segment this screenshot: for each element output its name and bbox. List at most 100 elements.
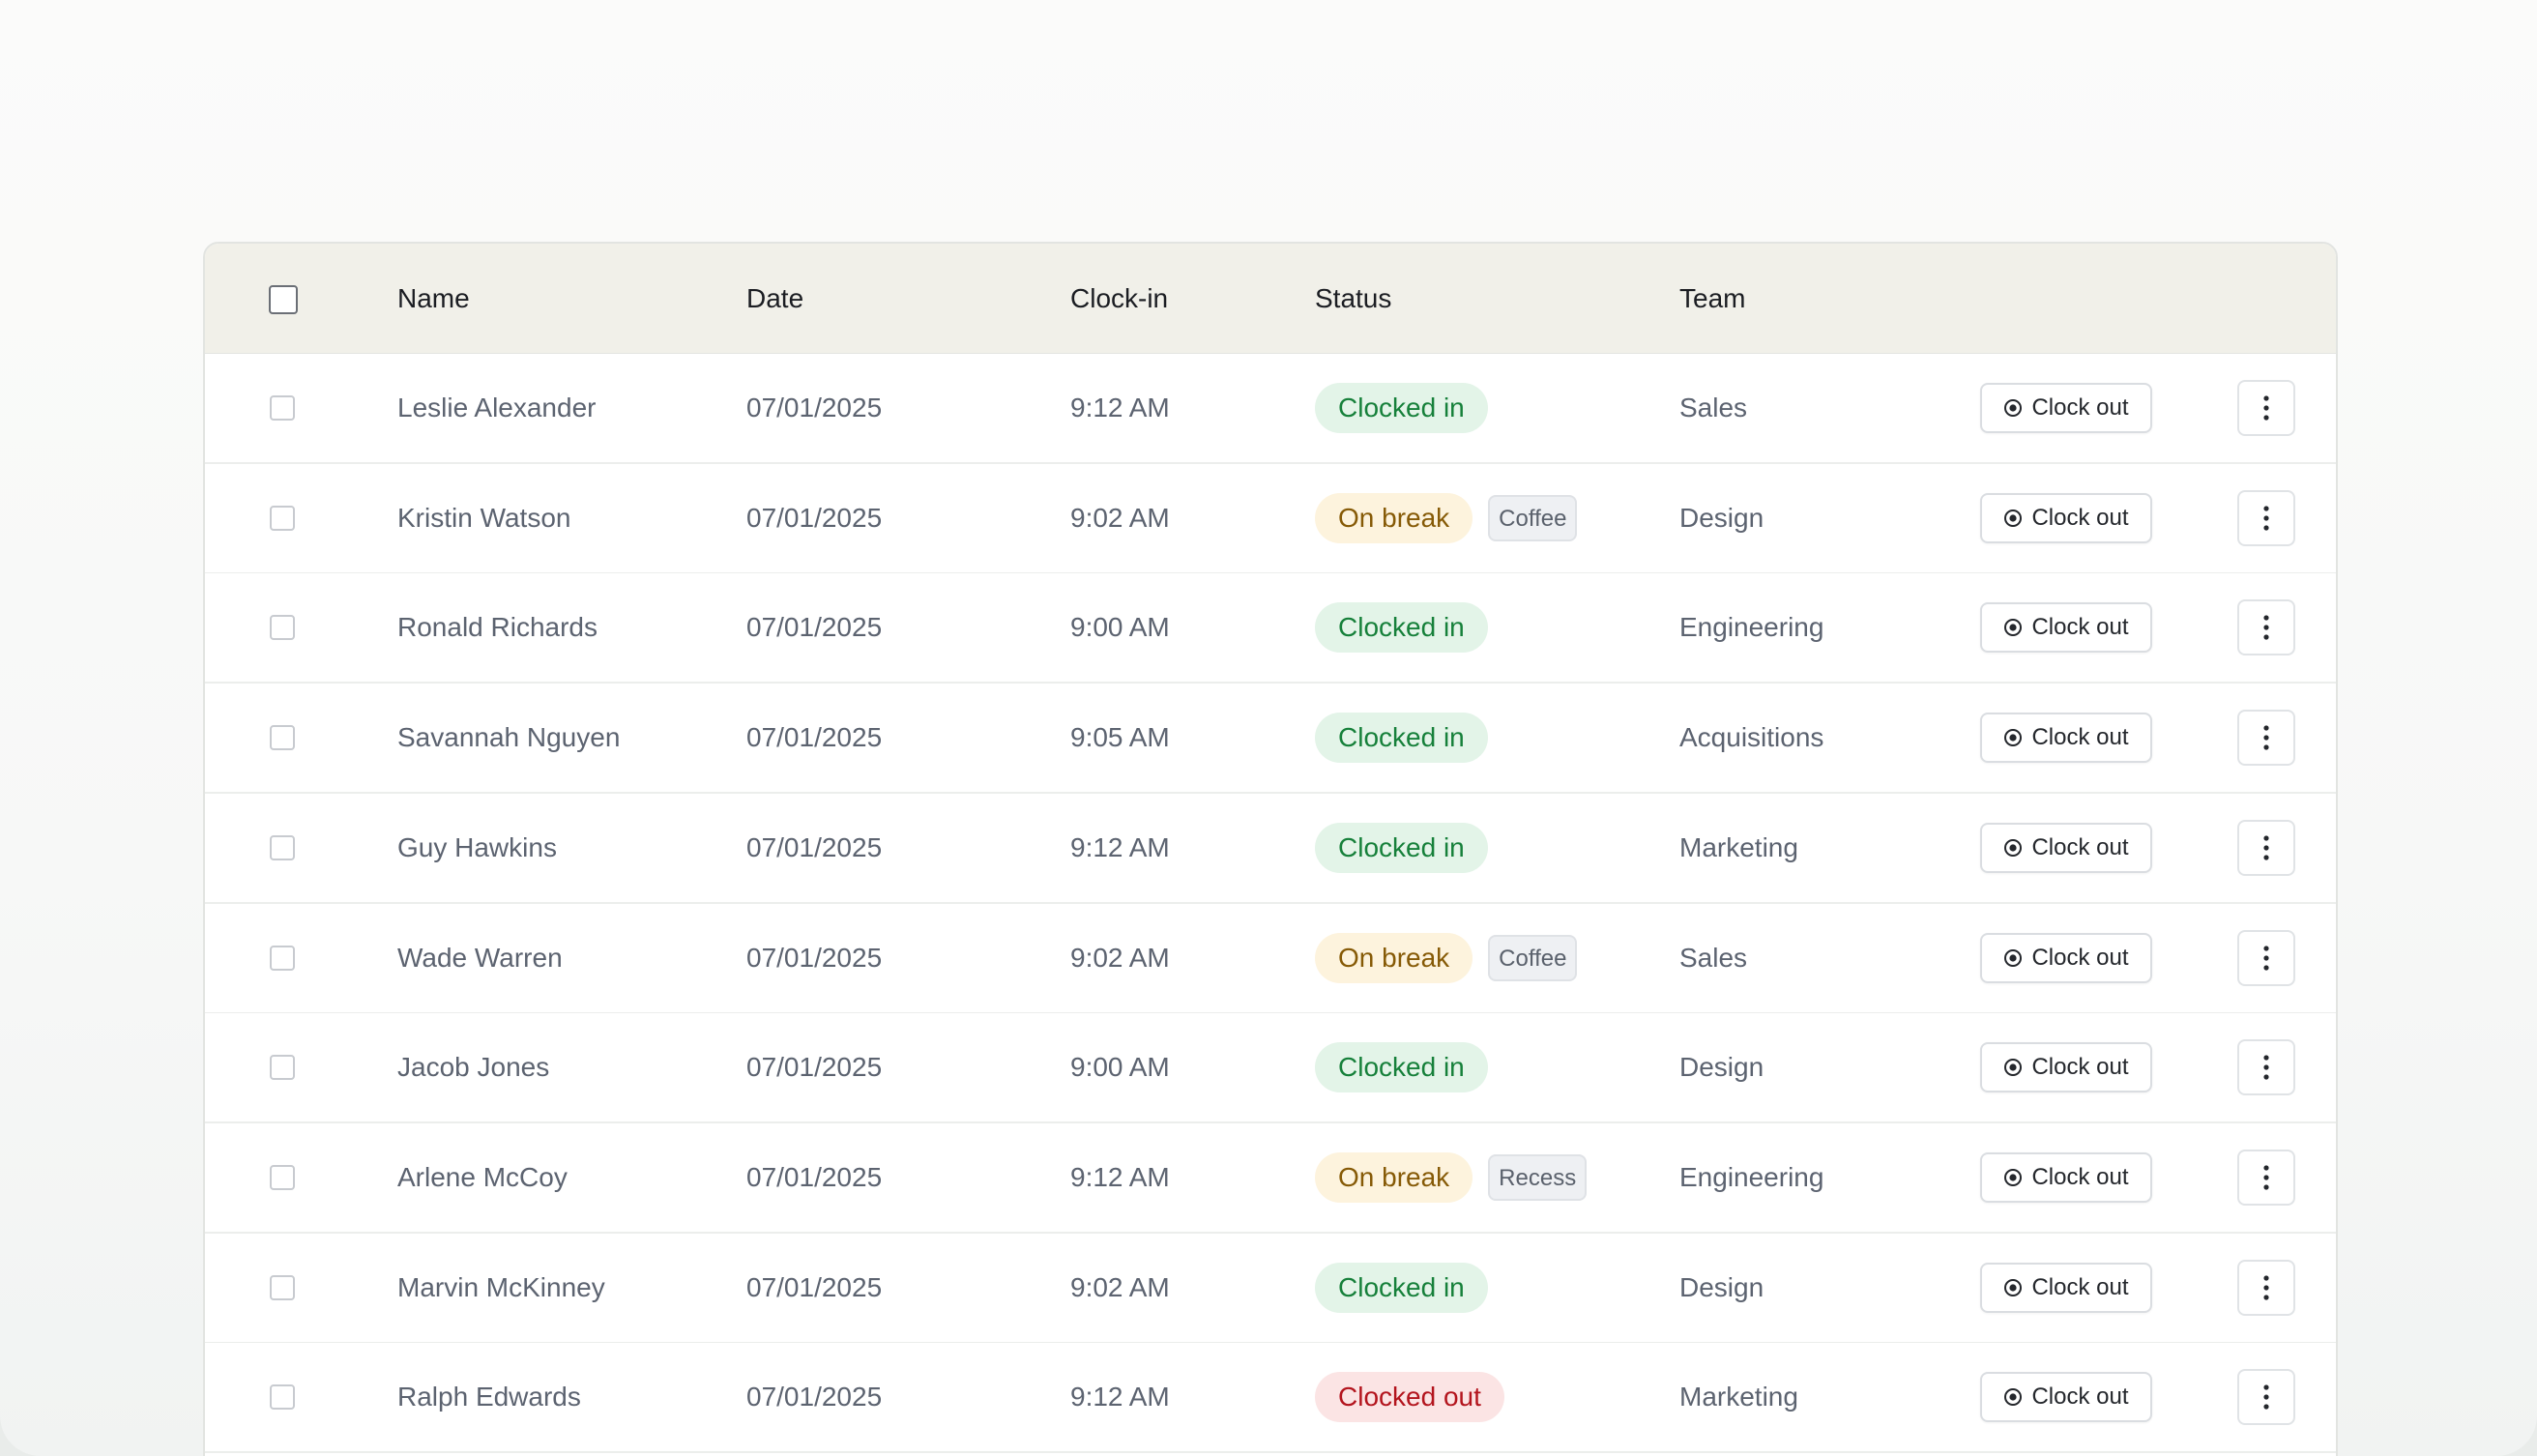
table-row: Ralph Edwards 07/01/2025 9:12 AM Clocked ou… <box>205 1343 2336 1454</box>
employee-name: Guy Hawkins <box>397 831 557 862</box>
column-header-team[interactable]: Team <box>1679 244 1745 353</box>
row-checkbox[interactable] <box>270 1055 295 1081</box>
table-row: Ronald Richards 07/01/2025 9:00 AM Clocked … <box>205 573 2336 684</box>
status-badge: On break <box>1315 492 1473 543</box>
table-row: Marvin McKinney 07/01/2025 9:02 AM Clocked … <box>205 1233 2336 1344</box>
more-vertical-icon <box>2263 1384 2269 1410</box>
status-badge: On break <box>1315 1151 1473 1203</box>
row-checkbox[interactable] <box>270 395 295 421</box>
clock-out-button[interactable]: Clock out <box>1980 1372 2152 1423</box>
team-cell: Sales <box>1679 942 1748 973</box>
clock-in-time: 9:00 AM <box>1070 1052 1170 1083</box>
clock-out-icon <box>2003 838 2023 858</box>
date-cell: 07/01/2025 <box>746 1382 883 1412</box>
status-cell: On break Coffee <box>1315 904 1578 1012</box>
clock-out-button[interactable]: Clock out <box>1980 932 2152 983</box>
clock-out-label: Clock out <box>2031 504 2129 531</box>
clock-out-label: Clock out <box>2031 1383 2129 1411</box>
row-checkbox[interactable] <box>270 945 295 971</box>
more-actions-button[interactable] <box>2237 489 2295 546</box>
clock-out-icon <box>2003 948 2023 968</box>
more-actions-button[interactable] <box>2237 710 2295 767</box>
status-cell: Clocked in <box>1315 354 1488 462</box>
clock-in-time: 9:12 AM <box>1070 1382 1170 1412</box>
date-cell: 07/01/2025 <box>746 1161 883 1192</box>
status-badge: On break <box>1315 932 1473 983</box>
more-vertical-icon <box>2263 615 2269 640</box>
select-all-checkbox[interactable] <box>269 285 298 314</box>
clock-out-icon <box>2003 1058 2023 1077</box>
clock-out-button[interactable]: Clock out <box>1980 1151 2152 1203</box>
more-actions-button[interactable] <box>2237 819 2295 876</box>
table-row: Guy Hawkins 07/01/2025 9:12 AM Clocked in Ma… <box>205 793 2336 904</box>
more-vertical-icon <box>2263 835 2269 860</box>
team-cell: Acquisitions <box>1679 722 1824 753</box>
table-header-row: Name Date Clock-in Status Team <box>205 244 2336 355</box>
clock-out-button[interactable]: Clock out <box>1980 602 2152 654</box>
date-cell: 07/01/2025 <box>746 393 883 422</box>
status-cell: Clocked in <box>1315 1013 1488 1121</box>
column-header-name[interactable]: Name <box>397 244 470 353</box>
more-actions-button[interactable] <box>2237 1039 2295 1096</box>
employee-name: Marvin McKinney <box>397 1271 605 1302</box>
status-cell: Clocked in <box>1315 1234 1488 1342</box>
status-badge: Clocked out <box>1315 1372 1504 1423</box>
clock-in-time: 9:12 AM <box>1070 1161 1170 1192</box>
date-cell: 07/01/2025 <box>746 612 883 643</box>
more-actions-button[interactable] <box>2237 929 2295 986</box>
row-checkbox[interactable] <box>270 615 295 641</box>
clock-out-label: Clock out <box>2031 944 2129 971</box>
clock-out-label: Clock out <box>2031 833 2129 860</box>
more-actions-button[interactable] <box>2237 380 2295 436</box>
more-vertical-icon <box>2263 395 2269 421</box>
date-cell: 07/01/2025 <box>746 502 883 533</box>
page-background: Name Date Clock-in Status Team Leslie Al… <box>0 0 2537 1456</box>
date-cell: 07/01/2025 <box>746 1052 883 1083</box>
column-header-clock-in[interactable]: Clock-in <box>1070 244 1168 353</box>
row-checkbox[interactable] <box>270 505 295 531</box>
clock-in-time: 9:12 AM <box>1070 831 1170 862</box>
clock-out-button[interactable]: Clock out <box>1980 1262 2152 1313</box>
clock-out-label: Clock out <box>2031 614 2129 641</box>
timesheet-table: Name Date Clock-in Status Team Leslie Al… <box>203 242 2338 1456</box>
employee-name: Ralph Edwards <box>397 1382 581 1412</box>
clock-out-icon <box>2003 509 2023 528</box>
row-checkbox[interactable] <box>270 834 295 860</box>
clock-out-button[interactable]: Clock out <box>1980 492 2152 543</box>
clock-out-button[interactable]: Clock out <box>1980 1042 2152 1093</box>
employee-name: Leslie Alexander <box>397 393 597 422</box>
more-vertical-icon <box>2263 506 2269 531</box>
more-actions-button[interactable] <box>2237 599 2295 656</box>
clock-out-button[interactable]: Clock out <box>1980 383 2152 433</box>
column-header-status[interactable]: Status <box>1315 244 1391 353</box>
team-cell: Design <box>1679 1271 1764 1302</box>
clock-out-label: Clock out <box>2031 724 2129 751</box>
team-cell: Design <box>1679 1052 1764 1083</box>
more-vertical-icon <box>2263 725 2269 750</box>
row-checkbox[interactable] <box>270 1274 295 1300</box>
date-cell: 07/01/2025 <box>746 831 883 862</box>
status-badge: Clocked in <box>1315 602 1488 654</box>
more-actions-button[interactable] <box>2237 1259 2295 1316</box>
clock-out-icon <box>2003 398 2023 418</box>
status-badge: Clocked in <box>1315 713 1488 764</box>
row-checkbox[interactable] <box>270 725 295 751</box>
column-header-date[interactable]: Date <box>746 244 803 353</box>
more-actions-button[interactable] <box>2237 1149 2295 1206</box>
row-checkbox[interactable] <box>270 1384 295 1411</box>
employee-name: Kristin Watson <box>397 502 571 533</box>
status-cell: On break Coffee <box>1315 464 1578 572</box>
status-cell: On break Recess <box>1315 1123 1588 1232</box>
date-cell: 07/01/2025 <box>746 942 883 973</box>
clock-out-icon <box>2003 618 2023 637</box>
status-badge: Clocked in <box>1315 383 1488 433</box>
clock-out-button[interactable]: Clock out <box>1980 713 2152 764</box>
clock-out-button[interactable]: Clock out <box>1980 822 2152 873</box>
more-vertical-icon <box>2263 1165 2269 1190</box>
clock-out-icon <box>2003 1168 2023 1187</box>
row-checkbox[interactable] <box>270 1164 295 1190</box>
employee-name: Ronald Richards <box>397 612 598 643</box>
team-cell: Design <box>1679 502 1764 533</box>
break-type-tag: Coffee <box>1488 494 1578 541</box>
more-actions-button[interactable] <box>2237 1369 2295 1426</box>
